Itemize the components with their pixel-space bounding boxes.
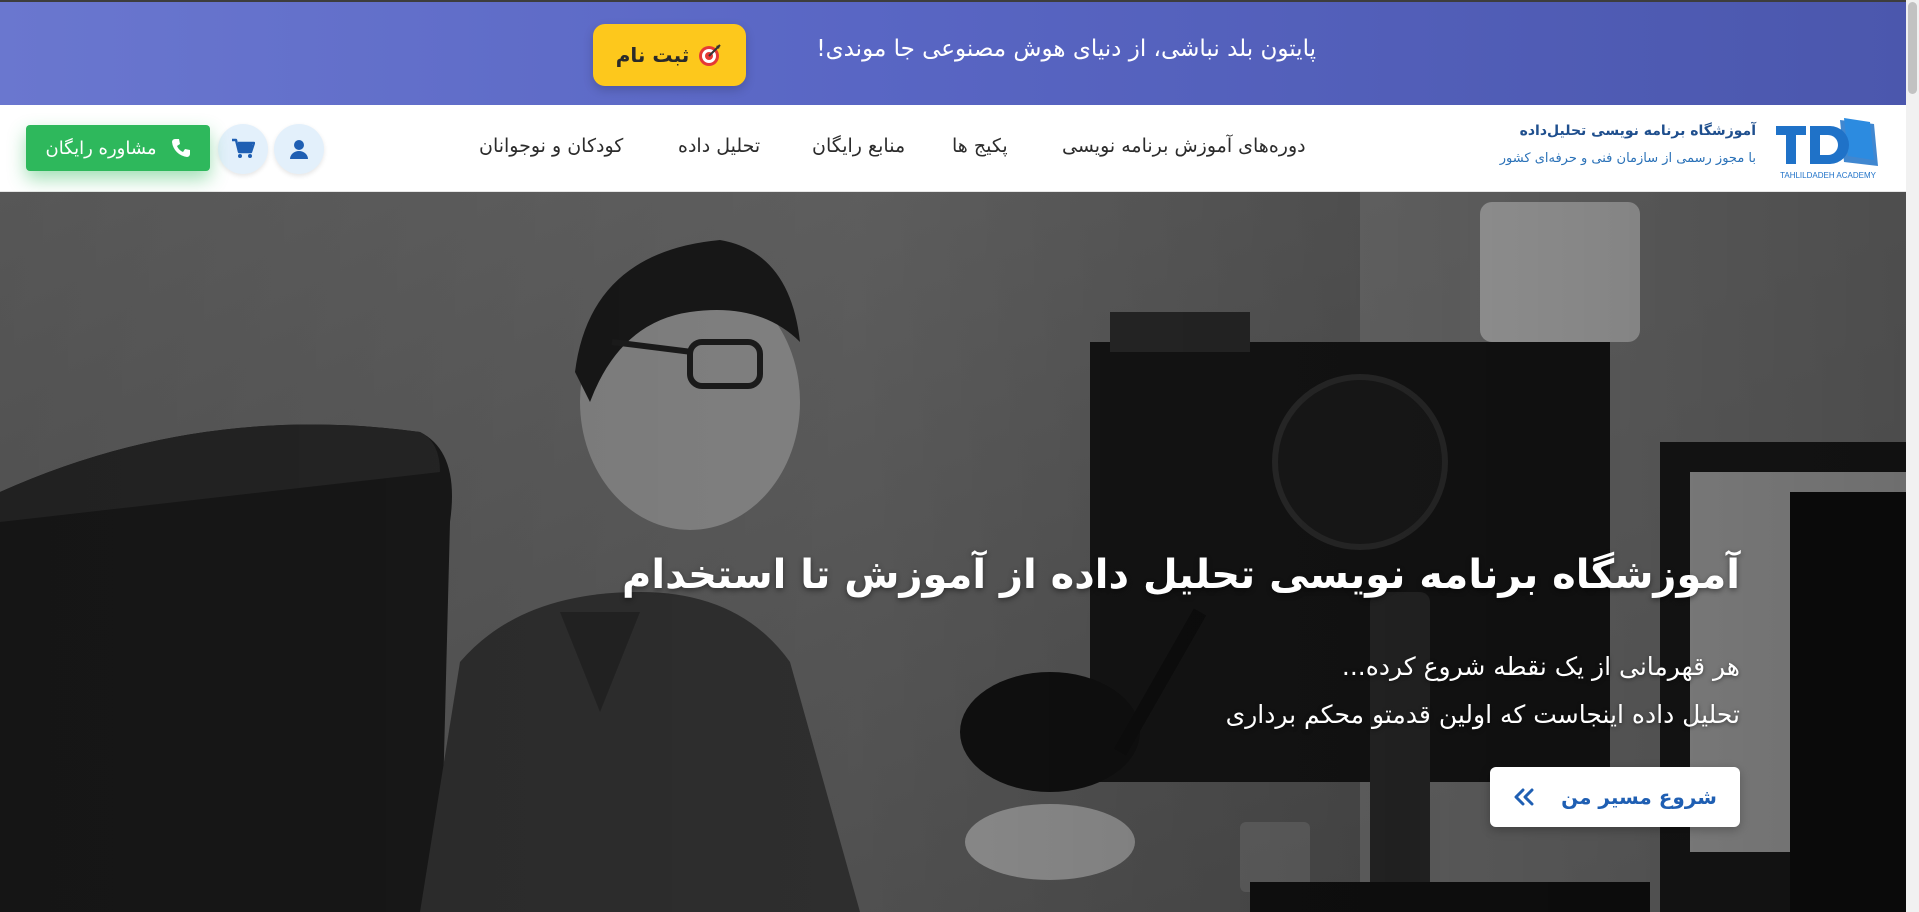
free-consultation-button[interactable]: مشاوره رایگان [26,125,210,171]
phone-icon [171,139,190,157]
nav-item-data-analysis[interactable]: تحلیل داده [678,135,760,157]
free-consultation-label: مشاوره رایگان [45,137,157,159]
page: پایتون بلد نباشی، از دنیای هوش مصنوعی جا… [0,0,1919,912]
start-journey-label: شروع مسیر من [1561,785,1717,809]
user-icon [290,140,308,159]
promo-banner: پایتون بلد نباشی، از دنیای هوش مصنوعی جا… [0,0,1906,105]
academy-logo[interactable]: TAHLILDADEH ACADEMY [1774,116,1882,182]
page-scrollbar[interactable] [1906,0,1919,912]
register-button[interactable]: ثبت نام [593,24,746,86]
hero-tagline: هر قهرمانی از یک نقطه شروع کرده... [1341,652,1740,681]
scrollbar-thumb[interactable] [1908,2,1917,94]
double-chevron-left-icon [1514,788,1534,806]
hero-title: آموزشگاه برنامه نویسی تحلیل داده از آموز… [622,552,1740,598]
start-journey-button[interactable]: شروع مسیر من [1490,767,1740,827]
nav-item-kids[interactable]: کودکان و نوجوانان [479,135,623,157]
nav-item-packages[interactable]: پکیج ها [952,135,1008,157]
logo-caption: TAHLILDADEH ACADEMY [1780,171,1877,180]
register-button-label: ثبت نام [615,43,690,67]
nav-item-courses[interactable]: دوره‌های آموزش برنامه نویسی [1062,135,1306,157]
target-icon [699,44,721,66]
promo-text: پایتون بلد نباشی، از دنیای هوش مصنوعی جا… [816,36,1316,62]
hero-description: تحلیل داده اینجاست که اولین قدمتو محکم ب… [1225,700,1740,729]
hero-section: آموزشگاه برنامه نویسی تحلیل داده از آموز… [0,192,1906,912]
cart-icon [232,138,255,158]
site-header: TAHLILDADEH ACADEMY آموزشگاه برنامه نویس… [0,105,1906,192]
brand-title[interactable]: آموزشگاه برنامه نویسی تحلیل‌داده [1470,123,1756,139]
cart-button[interactable] [218,124,268,174]
nav-item-free-resources[interactable]: منابع رایگان [812,135,905,157]
user-account-button[interactable] [274,124,324,174]
brand-subtitle: با مجوز رسمی از سازمان فنی و حرفه‌ای کشو… [1499,151,1756,166]
